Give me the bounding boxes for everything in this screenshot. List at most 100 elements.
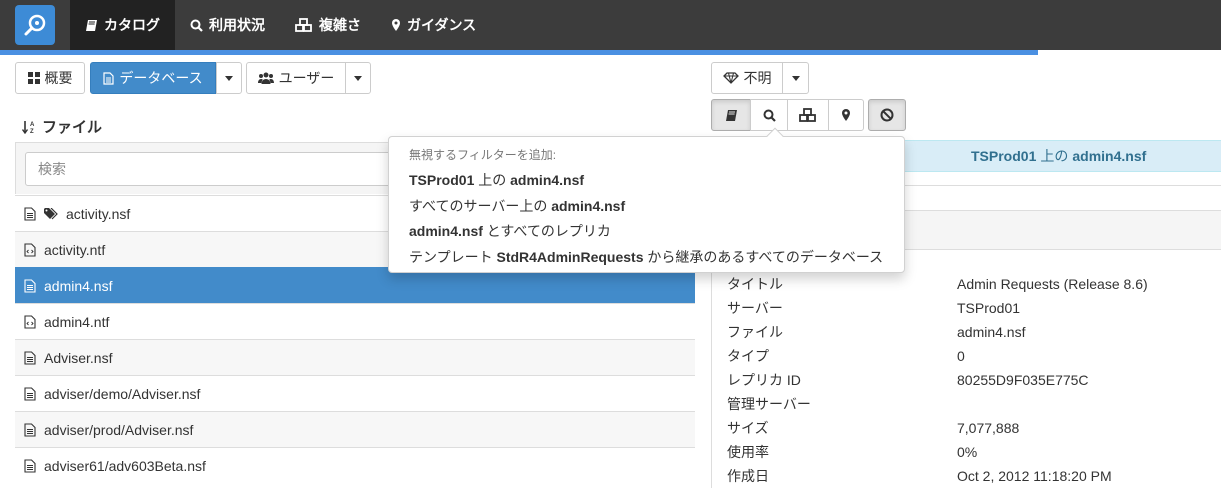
property-row: サーバー TSProd01 (727, 296, 1221, 320)
database-dropdown-toggle[interactable] (216, 62, 242, 94)
magnifier-logo-icon (24, 14, 46, 36)
menu-item-all-replicas[interactable]: admin4.nsf とすべてのレプリカ (409, 221, 611, 241)
book-icon (725, 109, 737, 121)
tags-icon (44, 207, 58, 219)
menu-item-server-file[interactable]: TSProd01 上の admin4.nsf (409, 170, 584, 190)
property-key: 使用率 (727, 444, 769, 460)
caret-down-icon (791, 75, 800, 81)
property-row: タイプ 0 (727, 344, 1221, 368)
filter-catalog-button[interactable] (711, 99, 751, 131)
nav-catalog[interactable]: カタログ (70, 0, 175, 50)
ban-icon (880, 108, 894, 122)
property-key: 作成日 (727, 468, 769, 484)
property-key: レプリカ ID (727, 372, 801, 388)
database-button[interactable]: データベース (90, 62, 216, 94)
property-value: Oct 2, 2012 11:18:20 PM (957, 468, 1112, 484)
map-marker-icon (392, 19, 400, 31)
user-dropdown-toggle[interactable] (345, 62, 371, 94)
file-name: Adviser.nsf (44, 349, 113, 366)
property-row: レプリカ ID 80255D9F035E775C (727, 368, 1221, 392)
property-value: Admin Requests (Release 8.6) (957, 276, 1148, 292)
users-icon (257, 72, 274, 84)
property-value: admin4.nsf (957, 324, 1026, 340)
database-button-label: データベース (119, 70, 203, 86)
nav-guidance-label: ガイダンス (407, 17, 477, 33)
status-unknown-button[interactable]: 不明 (711, 62, 783, 94)
menu-item-text: テンプレート (409, 249, 497, 265)
banner-server: TSProd01 (971, 148, 1037, 164)
cubes-icon (295, 18, 312, 32)
menu-item-bold: admin4.nsf (551, 198, 626, 214)
file-text-icon (24, 206, 36, 221)
book-icon (86, 19, 97, 31)
file-text-icon (24, 350, 36, 365)
property-key: サーバー (727, 300, 783, 316)
file-name: activity.ntf (44, 241, 106, 258)
caret-down-icon (225, 75, 233, 81)
nav-guidance[interactable]: ガイダンス (376, 0, 491, 50)
file-text-icon (24, 386, 36, 401)
nav-catalog-label: カタログ (104, 17, 160, 33)
banner-file: admin4.nsf (1072, 148, 1147, 164)
property-value: 0 (957, 348, 965, 364)
files-panel-header[interactable]: AZ ファイル (22, 116, 102, 137)
file-name: admin4.ntf (44, 313, 110, 330)
status-unknown-label: 不明 (743, 70, 772, 86)
nav-complexity[interactable]: 複雑さ (280, 0, 376, 50)
property-key: サイズ (727, 420, 769, 436)
property-key: タイプ (727, 348, 769, 364)
filter-usage-button[interactable] (750, 99, 788, 131)
menu-item-template-inheritance[interactable]: テンプレート StdR4AdminRequests から継承のあるすべてのデータ… (409, 247, 883, 267)
menu-item-all-servers[interactable]: すべてのサーバー上の admin4.nsf (409, 196, 625, 216)
file-code-icon (24, 242, 36, 257)
status-dropdown-toggle[interactable] (782, 62, 809, 94)
nav-usage[interactable]: 利用状況 (175, 0, 280, 50)
banner-on: 上の (1040, 148, 1069, 164)
property-row: 管理サーバー (727, 392, 1221, 416)
cubes-icon (799, 108, 816, 122)
detail-tab-strip (870, 210, 1221, 250)
ignore-filter-button[interactable] (868, 99, 906, 131)
menu-item-text: とすべてのレプリカ (482, 223, 611, 239)
property-row: 使用率 0% (727, 440, 1221, 464)
user-button[interactable]: ユーザー (246, 62, 346, 94)
property-value: 0% (957, 444, 978, 460)
menu-item-text: から継承のあるすべてのデータベース (643, 249, 884, 265)
divider (870, 185, 1221, 186)
property-key: タイトル (727, 276, 783, 292)
map-marker-icon (842, 109, 850, 121)
filter-guidance-button[interactable] (828, 99, 864, 131)
loading-progress-bar (0, 50, 1038, 55)
nav-complexity-label: 複雑さ (319, 17, 361, 33)
nav-usage-label: 利用状況 (209, 17, 265, 33)
file-row[interactable]: admin4.ntf (15, 303, 695, 339)
file-name: admin4.nsf (44, 277, 113, 294)
diamond-icon (722, 72, 739, 84)
menu-header: 無視するフィルターを追加: (409, 148, 557, 162)
file-row[interactable]: Adviser.nsf (15, 339, 695, 375)
file-row[interactable]: adviser/demo/Adviser.nsf (15, 375, 695, 411)
file-text-icon (24, 278, 36, 293)
property-row: タイトル Admin Requests (Release 8.6) (727, 272, 1221, 296)
file-row[interactable]: adviser/prod/Adviser.nsf (15, 411, 695, 447)
menu-item-text: 上の (474, 172, 511, 188)
files-header-label: ファイル (42, 119, 103, 136)
file-icon (103, 71, 114, 85)
file-name: adviser/demo/Adviser.nsf (44, 385, 201, 402)
property-row: サイズ 7,077,888 (727, 416, 1221, 440)
property-row: ファイル admin4.nsf (727, 320, 1221, 344)
caret-down-icon (354, 75, 362, 81)
overview-button-label: 概要 (44, 70, 73, 86)
file-row[interactable]: adviser61/adv603Beta.nsf (15, 447, 695, 483)
file-text-icon (24, 422, 36, 437)
app-logo[interactable] (15, 5, 55, 45)
file-code-icon (24, 314, 36, 329)
property-value: TSProd01 (957, 300, 1021, 316)
property-row: 作成日 Oct 2, 2012 11:18:20 PM (727, 464, 1221, 488)
overview-button[interactable]: 概要 (15, 62, 85, 94)
filter-complexity-button[interactable] (787, 99, 829, 131)
file-name: activity.nsf (66, 205, 131, 222)
menu-item-bold: admin4.nsf (510, 172, 585, 188)
selected-database-banner: TSProd01 上の admin4.nsf (870, 140, 1221, 172)
property-key: 管理サーバー (727, 396, 811, 412)
